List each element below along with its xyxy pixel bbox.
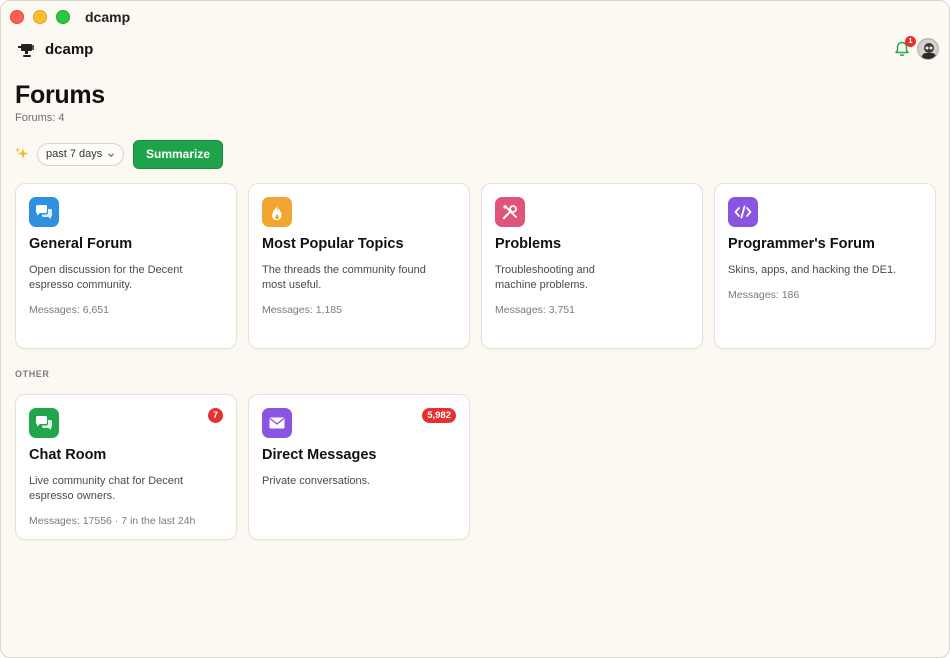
forum-card-programmers[interactable]: Programmer's Forum Skins, apps, and hack… [714,183,936,349]
forum-card-popular[interactable]: Most Popular Topics The threads the comm… [248,183,470,349]
time-range-select[interactable]: past 7 days [37,143,125,166]
code-icon [728,197,758,227]
forum-card-general[interactable]: General Forum Open discussion for the De… [15,183,237,349]
section-label-other: OTHER [15,369,50,379]
user-avatar[interactable] [917,38,939,60]
forum-description: Open discussion for the Decent espresso … [29,264,183,291]
forum-message-count: Messages: 17556 · 7 in the last 24h [29,515,196,527]
chat-bubbles-icon [29,408,59,438]
forum-title: Chat Room [29,447,107,463]
forum-card-problems[interactable]: Problems Troubleshooting and machine pro… [481,183,703,349]
forum-message-count: Messages: 6,651 [29,304,109,316]
notification-badge: 1 [905,36,916,47]
forum-message-count: Messages: 186 [728,289,800,301]
forum-title: Direct Messages [262,447,377,463]
app-window: dcamp dcamp 1 Forums Forums: 4 past 7 da… [0,0,950,658]
flame-icon [262,197,292,227]
close-window-button[interactable] [10,10,24,24]
forum-message-count: Messages: 1,185 [262,304,342,316]
maximize-window-button[interactable] [56,10,70,24]
forum-title: Most Popular Topics [262,236,404,252]
forum-description: Live community chat for Decent espresso … [29,475,184,502]
forum-card-direct-messages[interactable]: 5,982 Direct Messages Private conversati… [248,394,470,540]
forum-card-chat-room[interactable]: 7 Chat Room Live community chat for Dece… [15,394,237,540]
forum-count: Forums: 4 [15,112,65,124]
window-title: dcamp [85,9,131,25]
forum-description: Troubleshooting and machine problems. [495,264,595,291]
forum-title: General Forum [29,236,133,252]
forum-title: Problems [495,236,562,252]
espresso-machine-icon [18,44,34,57]
forum-description: Private conversations. [262,475,371,487]
envelope-icon [262,408,292,438]
forum-message-count: Messages: 3,751 [495,304,575,316]
unread-count-badge: 5,982 [422,408,456,423]
sparkle-icon [15,147,29,159]
forum-title: Programmer's Forum [728,236,875,252]
forum-description: Skins, apps, and hacking the DE1. [728,264,897,276]
app-header: dcamp 1 [1,35,949,67]
forum-description: The threads the community found most use… [262,264,426,291]
minimize-window-button[interactable] [33,10,47,24]
page-title: Forums [15,81,105,109]
unread-count-badge: 7 [207,408,223,423]
chevron-down-icon [108,152,115,157]
chat-bubbles-icon [29,197,59,227]
app-name: dcamp [45,41,94,58]
time-range-label: past 7 days [46,148,103,160]
summarize-button[interactable]: Summarize [133,140,223,169]
title-bar: dcamp [1,1,949,33]
tools-icon [495,197,525,227]
